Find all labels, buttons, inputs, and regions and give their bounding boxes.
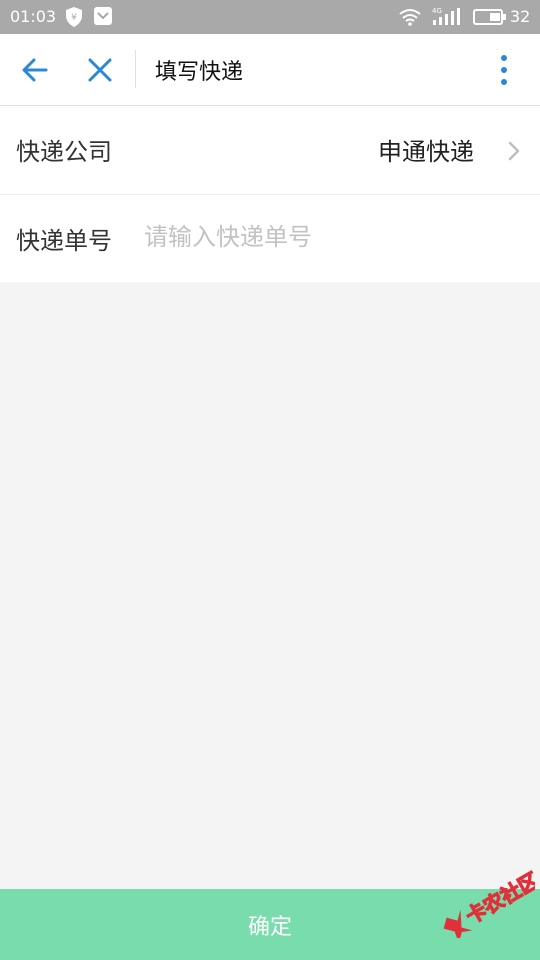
tracking-label: 快递单号 [16,227,112,255]
company-value: 申通快递 [378,138,474,166]
title-divider [135,50,136,88]
svg-text:¥: ¥ [71,13,77,23]
chevron-right-icon [508,141,520,161]
close-icon [88,58,112,82]
shield-icon: ¥ [64,6,84,32]
svg-text:4G: 4G [432,7,442,15]
title-bar: 填写快递 [0,34,540,106]
more-button[interactable] [490,50,518,90]
company-row[interactable]: 快递公司 申通快递 [0,106,540,194]
more-vertical-icon [501,55,507,85]
page-title: 填写快递 [155,60,244,85]
battery-level: 32 [510,7,531,26]
download-app-icon [93,6,113,30]
battery-icon [473,9,507,29]
express-form: 快递公司 申通快递 快递单号 [0,106,540,282]
wifi-icon [398,8,422,30]
back-button[interactable] [16,52,56,88]
tracking-row: 快递单号 [0,194,540,282]
company-label: 快递公司 [16,138,112,166]
svg-text:卡农社区: 卡农社区 [462,868,535,929]
close-button[interactable] [82,52,118,88]
status-time: 01:03 [10,7,57,26]
tracking-number-input[interactable] [144,217,514,257]
signal-4g-icon: 4G [432,5,462,31]
arrow-left-icon [22,58,48,82]
status-bar: 01:03 ¥ 4G 32 [0,0,540,34]
watermark-logo: 卡农社区 [430,867,540,943]
